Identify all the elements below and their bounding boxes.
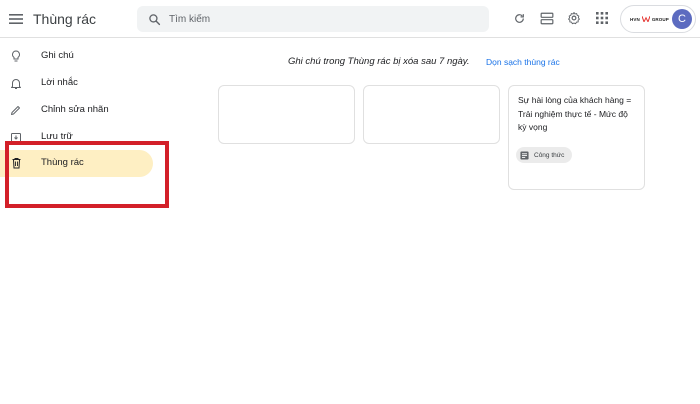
note-card[interactable] bbox=[363, 85, 500, 144]
lightbulb-icon bbox=[9, 49, 23, 63]
note-card[interactable] bbox=[218, 85, 355, 144]
keep-app: Thùng rác Tìm kiếm HVN GROUP C Ghi chú L… bbox=[0, 0, 700, 404]
refresh-icon bbox=[514, 13, 524, 23]
search-bar[interactable] bbox=[137, 6, 489, 32]
sidebar-item-notes[interactable]: Ghi chú bbox=[0, 43, 153, 70]
sidebar: Ghi chú Lời nhắc Chỉnh sửa nhãn Lưu trữ … bbox=[0, 38, 170, 404]
sidebar-item-label: Lưu trữ bbox=[41, 131, 73, 142]
search-input[interactable] bbox=[169, 9, 469, 29]
avatar[interactable]: C bbox=[672, 9, 692, 29]
sidebar-item-label: Ghi chú bbox=[41, 50, 74, 61]
account-switcher[interactable]: HVN GROUP C bbox=[620, 5, 696, 33]
main-menu-button[interactable] bbox=[6, 9, 26, 29]
refresh-button[interactable] bbox=[511, 10, 527, 26]
org-logo-left-text: HVN bbox=[630, 16, 640, 22]
note-label-text: Công thức bbox=[534, 151, 565, 159]
empty-trash-button[interactable]: Dọn sạch thùng rác bbox=[486, 56, 560, 68]
sidebar-item-label: Lời nhắc bbox=[41, 77, 78, 88]
list-view-icon bbox=[540, 12, 554, 24]
gear-icon bbox=[568, 11, 580, 25]
sidebar-item-edit-labels[interactable]: Chỉnh sửa nhãn bbox=[0, 97, 153, 124]
note-card[interactable]: Sự hài lòng của khách hàng = Trải nghiệm… bbox=[508, 85, 645, 190]
trash-icon bbox=[9, 156, 23, 170]
bell-icon bbox=[9, 76, 23, 90]
apps-button[interactable] bbox=[594, 10, 610, 26]
trash-retention-notice: Ghi chú trong Thùng rác bị xóa sau 7 ngà… bbox=[288, 56, 470, 67]
archive-icon bbox=[9, 130, 23, 144]
label-icon bbox=[520, 150, 529, 160]
sidebar-item-label: Chỉnh sửa nhãn bbox=[41, 104, 109, 115]
org-logo: HVN GROUP bbox=[630, 16, 669, 22]
pencil-icon bbox=[9, 103, 23, 117]
settings-button[interactable] bbox=[566, 10, 582, 26]
org-logo-right-text: GROUP bbox=[651, 16, 669, 22]
hamburger-menu-icon bbox=[9, 14, 23, 24]
sidebar-item-archive[interactable]: Lưu trữ bbox=[0, 124, 153, 151]
top-bar: Thùng rác Tìm kiếm HVN GROUP C bbox=[0, 0, 700, 38]
apps-grid-icon bbox=[596, 12, 608, 24]
sidebar-item-trash[interactable]: Thùng rác bbox=[0, 150, 153, 177]
search-icon[interactable] bbox=[146, 11, 162, 27]
sidebar-item-label: Thùng rác bbox=[41, 157, 84, 168]
note-label-chip[interactable]: Công thức bbox=[516, 147, 573, 163]
list-view-button[interactable] bbox=[539, 10, 555, 26]
sidebar-item-reminders[interactable]: Lời nhắc bbox=[0, 70, 153, 97]
note-body: Sự hài lòng của khách hàng = Trải nghiệm… bbox=[518, 95, 632, 132]
org-logo-mark-icon bbox=[641, 16, 650, 22]
page-title: Thùng rác bbox=[33, 11, 97, 27]
